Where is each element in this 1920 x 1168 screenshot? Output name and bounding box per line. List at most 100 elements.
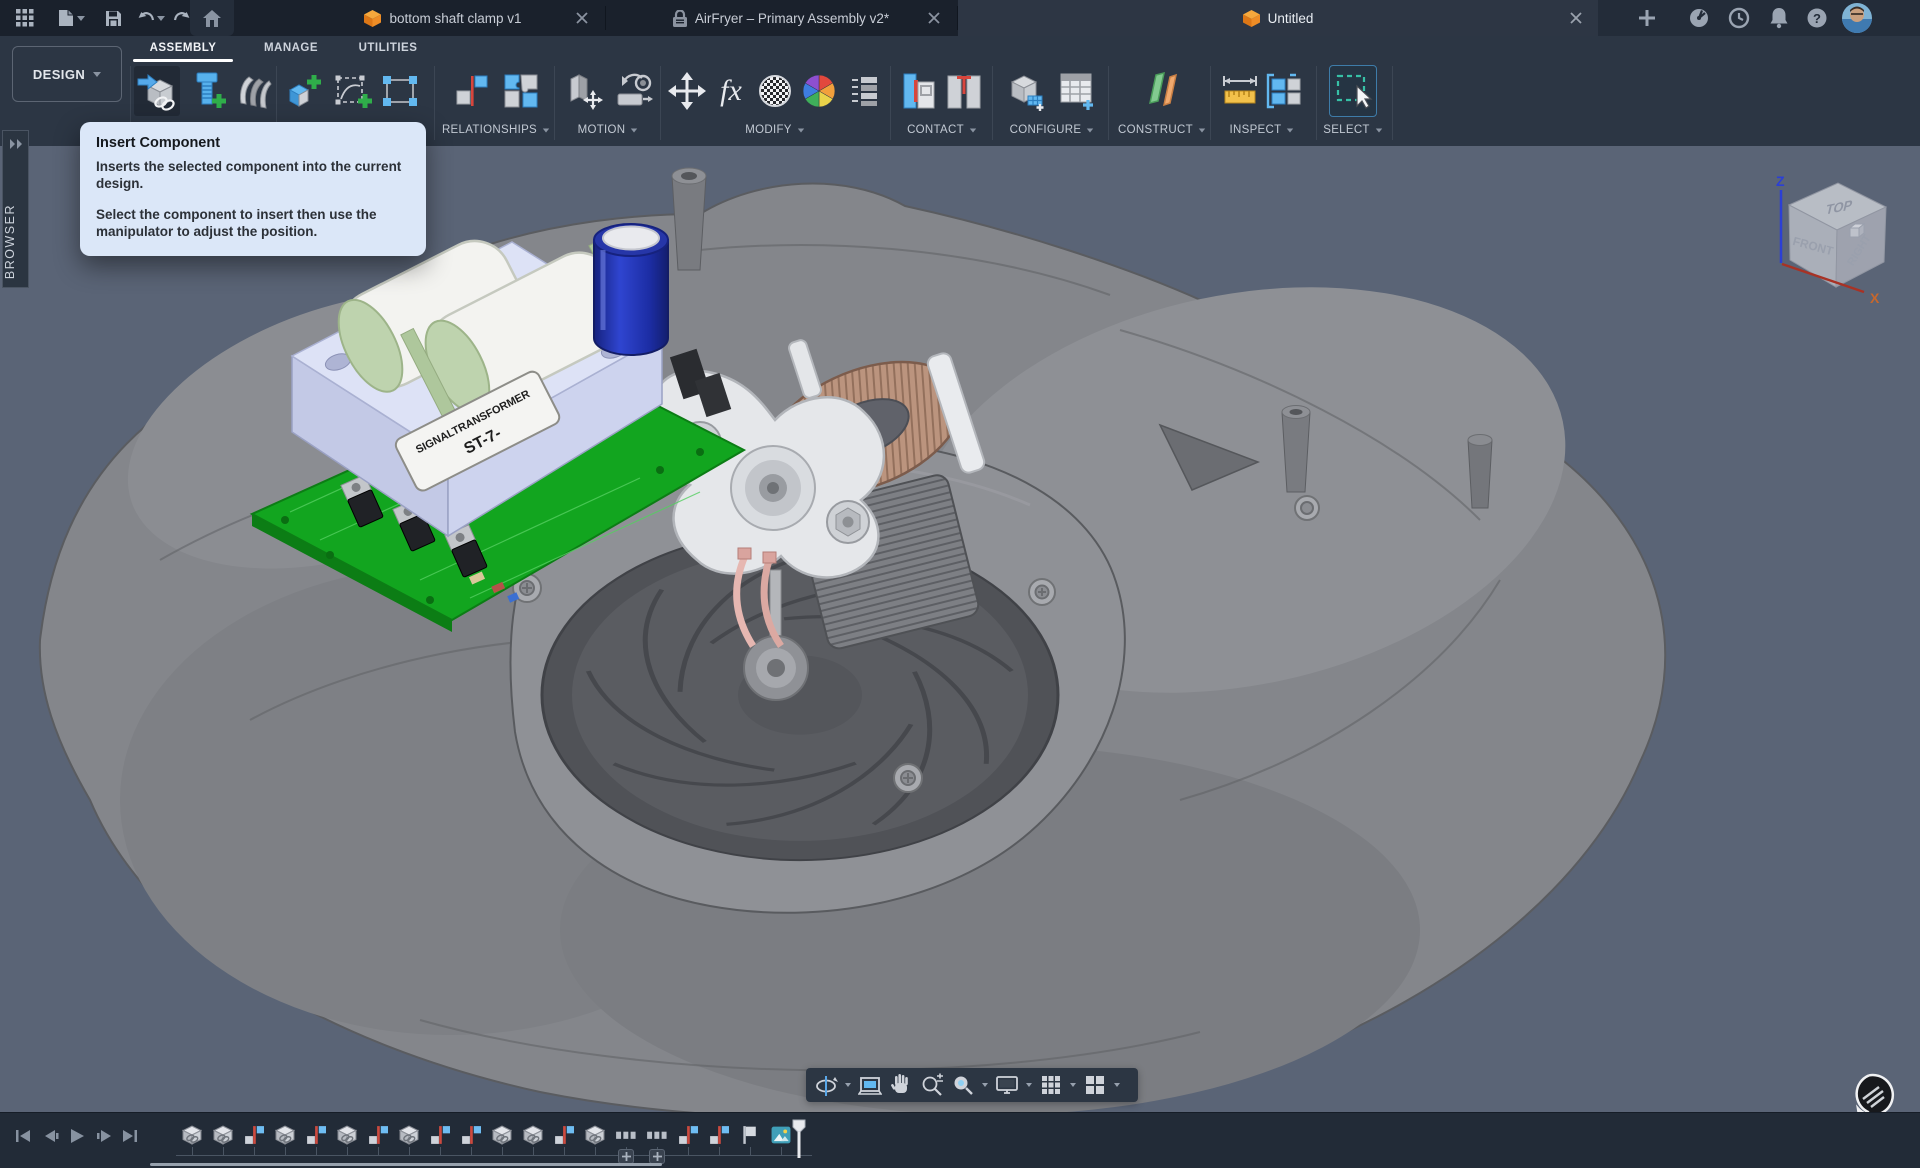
group-label-inspect[interactable]: INSPECT	[1230, 120, 1295, 140]
measure-button[interactable]	[1220, 66, 1260, 116]
contact-all-button[interactable]	[944, 66, 984, 116]
timeline-marker-joint[interactable]	[459, 1123, 483, 1147]
viewports-settings[interactable]	[1083, 1073, 1107, 1097]
new-tab-button[interactable]	[1634, 5, 1660, 31]
timeline-play-button[interactable]	[66, 1125, 88, 1147]
tab-manage[interactable]: MANAGE	[251, 36, 331, 60]
orbit-tool[interactable]	[814, 1073, 838, 1097]
timeline-go-to-start-button[interactable]	[12, 1125, 34, 1147]
timeline-marker-joint[interactable]	[304, 1123, 328, 1147]
group-label-relationships[interactable]: RELATIONSHIPS	[442, 120, 550, 140]
insert-fastener-button[interactable]	[184, 66, 230, 116]
appearance-button[interactable]	[755, 66, 795, 116]
group-label-configure[interactable]: CONFIGURE	[1010, 120, 1095, 140]
timeline-marker-flag[interactable]	[738, 1123, 762, 1147]
insert-component-button[interactable]	[134, 66, 180, 116]
workspace-switcher[interactable]: DESIGN	[12, 46, 122, 102]
configuration-table-button[interactable]	[1054, 66, 1100, 116]
timeline-marker-component[interactable]	[521, 1123, 545, 1147]
timeline-marker-joint[interactable]	[242, 1123, 266, 1147]
properties-list-button[interactable]	[843, 66, 883, 116]
timeline-playhead[interactable]	[792, 1119, 806, 1159]
group-label-construct[interactable]: CONSTRUCT	[1118, 120, 1206, 140]
help-icon[interactable]: ?	[1804, 5, 1830, 31]
select-tool-button[interactable]	[1330, 66, 1376, 116]
group-label-select[interactable]: SELECT	[1323, 120, 1383, 140]
timeline-group-expand-button[interactable]	[649, 1149, 665, 1164]
contact-sets-button[interactable]	[900, 66, 940, 116]
tab-assembly[interactable]: ASSEMBLY	[133, 36, 233, 60]
as-built-joint-button[interactable]	[498, 66, 544, 116]
create-sketch-button[interactable]	[330, 66, 376, 116]
rigid-group-button[interactable]	[560, 66, 606, 116]
timeline-marker-joint[interactable]	[707, 1123, 731, 1147]
zoom-window-tool[interactable]	[951, 1073, 975, 1097]
orbit-dropdown[interactable]	[845, 1083, 851, 1087]
zoom-tool[interactable]	[920, 1073, 944, 1097]
grid-snap-settings[interactable]	[1039, 1073, 1063, 1097]
browser-panel-collapsed[interactable]: BROWSER	[2, 130, 29, 288]
app-grid-icon[interactable]	[12, 5, 38, 31]
fan-recess[interactable]	[542, 530, 1058, 860]
timeline-marker-component[interactable]	[490, 1123, 514, 1147]
timeline-marker-component[interactable]	[583, 1123, 607, 1147]
timeline-marker-joint[interactable]	[552, 1123, 576, 1147]
tab-utilities[interactable]: UTILITIES	[348, 36, 428, 60]
home-button[interactable]	[190, 0, 234, 36]
group-label-modify[interactable]: MODIFY	[745, 120, 805, 140]
joint-button[interactable]	[448, 66, 494, 116]
close-icon[interactable]	[1568, 10, 1584, 26]
display-settings[interactable]	[995, 1073, 1019, 1097]
timeline-scrollbar[interactable]	[150, 1163, 662, 1166]
selection-set-button[interactable]	[380, 66, 420, 116]
group-label-contact[interactable]: CONTACT	[907, 120, 977, 140]
notifications-bell-icon[interactable]	[1766, 5, 1792, 31]
timeline-marker-group[interactable]	[645, 1123, 669, 1147]
close-icon[interactable]	[574, 10, 590, 26]
timeline-marker-render[interactable]	[769, 1123, 793, 1147]
viewcube[interactable]: TOP FRONT RIGHT Z X	[1776, 173, 1886, 306]
look-at-tool[interactable]	[858, 1073, 882, 1097]
timeline-step-back-button[interactable]	[40, 1125, 62, 1147]
viewports-dropdown[interactable]	[1114, 1083, 1120, 1087]
document-tab-3-active[interactable]: Untitled	[958, 0, 1598, 36]
drive-joints-button[interactable]	[610, 66, 656, 116]
zoom-dropdown[interactable]	[982, 1083, 988, 1087]
grid-dropdown[interactable]	[1070, 1083, 1076, 1087]
timeline-marker-joint[interactable]	[428, 1123, 452, 1147]
timeline-marker-component[interactable]	[273, 1123, 297, 1147]
material-color-wheel-button[interactable]	[799, 66, 839, 116]
file-menu-button[interactable]	[54, 5, 88, 31]
capacitor[interactable]	[594, 224, 668, 355]
timeline-marker-component[interactable]	[335, 1123, 359, 1147]
parameters-fx-button[interactable]: fx	[711, 66, 751, 116]
timeline-marker-joint[interactable]	[366, 1123, 390, 1147]
viewport-canvas[interactable]: SIGNALTRANSFORMER ST-7- TOP FRONT RIGHT	[0, 146, 1920, 1112]
timeline-marker-component[interactable]	[397, 1123, 421, 1147]
timeline-group-expand-button[interactable]	[618, 1149, 634, 1164]
user-avatar[interactable]	[1842, 3, 1872, 33]
document-tab-1[interactable]: bottom shaft clamp v1	[282, 0, 604, 36]
timeline-marker-group[interactable]	[614, 1123, 638, 1147]
display-dropdown[interactable]	[1026, 1083, 1032, 1087]
configure-design-button[interactable]	[1004, 66, 1050, 116]
new-component-button[interactable]	[280, 66, 326, 116]
timeline-marker-joint[interactable]	[676, 1123, 700, 1147]
undo-button[interactable]	[136, 5, 166, 31]
timeline-go-to-end-button[interactable]	[119, 1125, 141, 1147]
section-analysis-button[interactable]	[1264, 66, 1304, 116]
viewport[interactable]: SIGNALTRANSFORMER ST-7- TOP FRONT RIGHT	[0, 146, 1920, 1112]
save-button[interactable]	[100, 5, 126, 31]
job-status-icon[interactable]	[1686, 5, 1712, 31]
close-icon[interactable]	[926, 10, 942, 26]
timeline-step-forward-button[interactable]	[93, 1125, 115, 1147]
pan-tool[interactable]	[889, 1073, 913, 1097]
move-button[interactable]	[667, 66, 707, 116]
version-history-icon[interactable]	[1726, 5, 1752, 31]
feedback-badge[interactable]	[1851, 1073, 1895, 1117]
construct-plane-button[interactable]	[1139, 66, 1185, 116]
document-tab-2[interactable]: AirFryer – Primary Assembly v2*	[606, 0, 956, 36]
group-label-motion[interactable]: MOTION	[578, 120, 639, 140]
timeline-marker-component[interactable]	[211, 1123, 235, 1147]
derive-button[interactable]	[234, 66, 274, 116]
